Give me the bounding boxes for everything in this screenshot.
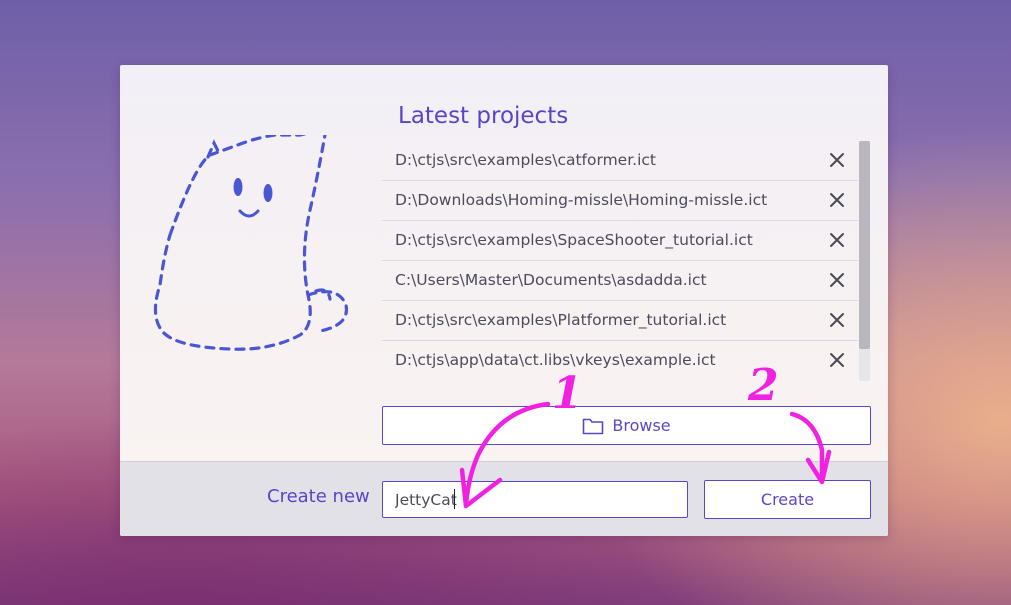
create-project-footer: Create new Create bbox=[120, 461, 888, 536]
create-label: Create bbox=[760, 490, 815, 509]
close-icon[interactable] bbox=[829, 192, 845, 208]
scrollbar-thumb[interactable] bbox=[859, 141, 870, 349]
recent-projects-list: D:\ctjs\src\examples\catformer.ict D:\Do… bbox=[382, 141, 858, 378]
browse-label: Browse bbox=[612, 416, 671, 435]
project-name-input[interactable] bbox=[382, 481, 688, 518]
project-path: D:\ctjs\src\examples\Platformer_tutorial… bbox=[395, 311, 727, 329]
close-icon[interactable] bbox=[829, 352, 845, 368]
list-scrollbar[interactable] bbox=[859, 141, 870, 381]
text-caret bbox=[454, 489, 455, 509]
cat-illustration bbox=[153, 135, 349, 351]
project-path: D:\ctjs\src\examples\catformer.ict bbox=[395, 151, 657, 169]
project-list-item[interactable]: C:\Users\Master\Documents\asdadda.ict bbox=[382, 261, 858, 301]
annotation-step-1: 1 bbox=[552, 368, 583, 419]
browse-button[interactable]: Browse bbox=[382, 406, 871, 445]
project-list-item[interactable]: D:\ctjs\app\data\ct.libs\vkeys\example.i… bbox=[382, 341, 858, 378]
project-list-item[interactable]: D:\ctjs\src\examples\catformer.ict bbox=[382, 141, 858, 181]
folder-icon bbox=[583, 418, 604, 434]
create-new-label: Create new bbox=[267, 486, 370, 507]
close-icon[interactable] bbox=[829, 152, 845, 168]
latest-projects-title: Latest projects bbox=[398, 103, 569, 129]
project-path: D:\Downloads\Homing-missle\Homing-missle… bbox=[395, 191, 768, 209]
project-list-item[interactable]: D:\ctjs\src\examples\SpaceShooter_tutori… bbox=[382, 221, 858, 261]
annotation-step-2: 2 bbox=[748, 360, 779, 411]
close-icon[interactable] bbox=[829, 312, 845, 328]
close-icon[interactable] bbox=[829, 232, 845, 248]
create-button[interactable]: Create bbox=[704, 480, 871, 519]
project-path: D:\ctjs\src\examples\SpaceShooter_tutori… bbox=[395, 231, 753, 249]
project-list-item[interactable]: D:\ctjs\src\examples\Platformer_tutorial… bbox=[382, 301, 858, 341]
project-path: C:\Users\Master\Documents\asdadda.ict bbox=[395, 271, 707, 289]
project-list-item[interactable]: D:\Downloads\Homing-missle\Homing-missle… bbox=[382, 181, 858, 221]
close-icon[interactable] bbox=[829, 272, 845, 288]
project-selector-dialog: Latest projects D:\ctjs\src\examples\cat… bbox=[120, 65, 888, 536]
